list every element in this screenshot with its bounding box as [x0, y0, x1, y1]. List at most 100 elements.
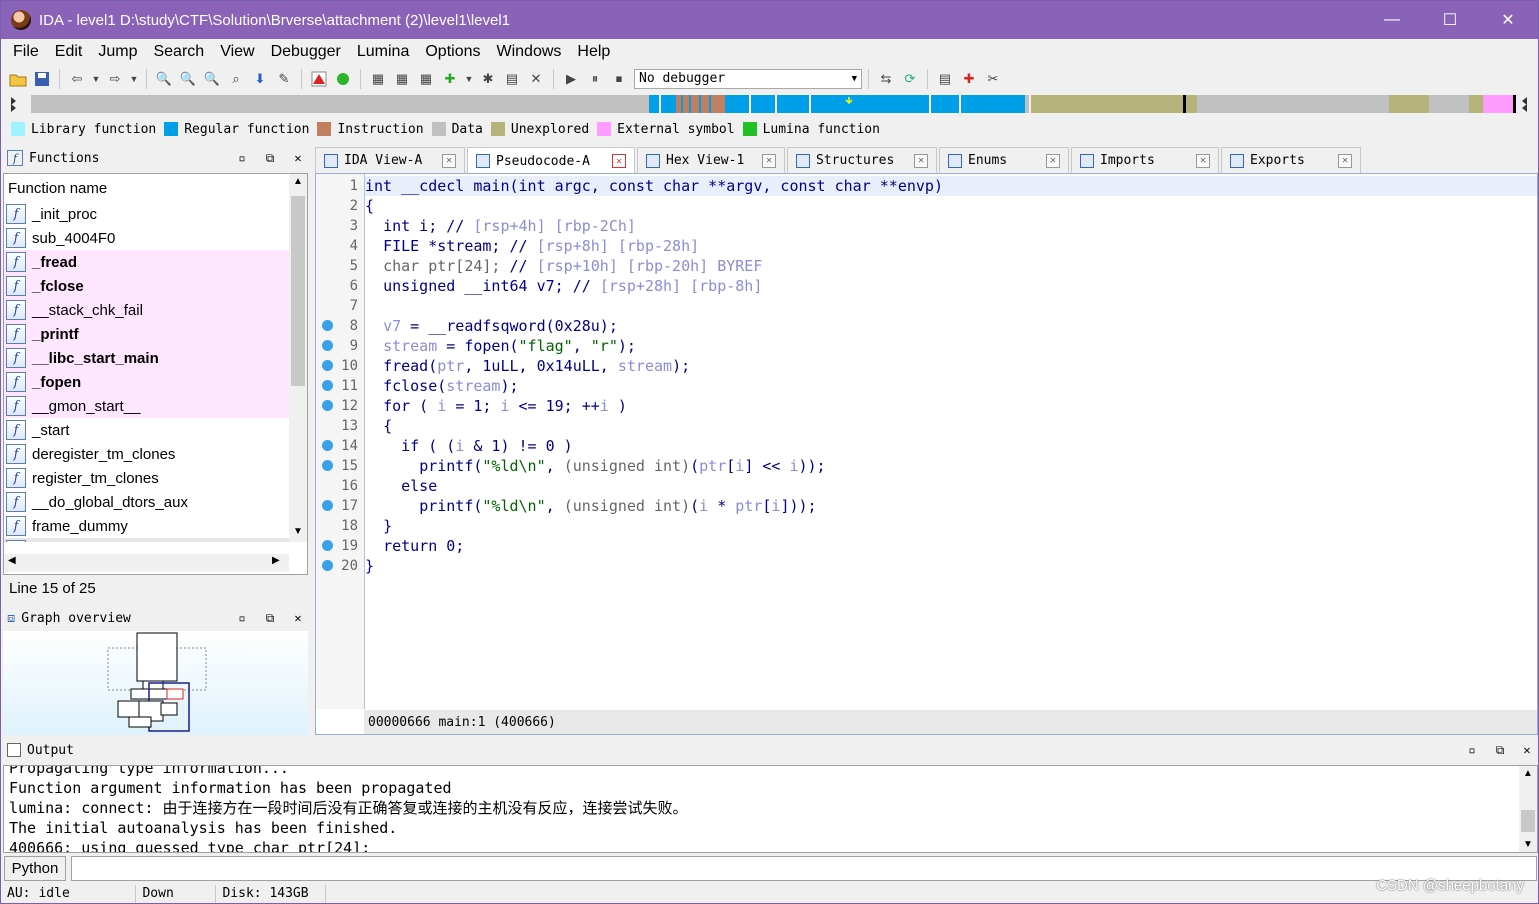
- function-row[interactable]: f frame_dummy: [4, 514, 289, 538]
- tab-enums[interactable]: Enums ✕: [939, 147, 1069, 173]
- panel-float-icon[interactable]: ⧉: [1491, 741, 1509, 759]
- open-icon[interactable]: [7, 68, 29, 90]
- maximize-button[interactable]: ☐: [1421, 1, 1479, 39]
- code-line[interactable]: int __cdecl main(int argc, const char **…: [365, 176, 1537, 196]
- function-row[interactable]: f __stack_chk_fail: [4, 298, 289, 322]
- step-into-icon[interactable]: ⟳: [899, 68, 921, 90]
- menu-search[interactable]: Search: [145, 43, 212, 61]
- tab-close-icon[interactable]: ✕: [914, 153, 928, 168]
- function-row[interactable]: f _init_proc: [4, 202, 289, 226]
- code-line[interactable]: {: [365, 416, 392, 436]
- code-line[interactable]: stream = fopen("flag", "r");: [365, 336, 636, 356]
- panel-close-icon[interactable]: ✕: [289, 609, 307, 627]
- code-line[interactable]: else: [365, 476, 437, 496]
- menu-help[interactable]: Help: [569, 43, 618, 61]
- functions-horizontal-scrollbar[interactable]: ◀ ▶: [4, 554, 289, 572]
- code-line[interactable]: if ( (i & 1) != 0 ): [365, 436, 573, 456]
- panel-restore-icon[interactable]: ▫: [233, 149, 251, 167]
- forward-dropdown-icon[interactable]: ▼: [128, 68, 140, 90]
- add-dropdown-icon[interactable]: ▼: [463, 68, 475, 90]
- string-icon[interactable]: ▦: [415, 68, 437, 90]
- tab-close-icon[interactable]: ✕: [1046, 153, 1060, 168]
- code-line[interactable]: fclose(stream);: [365, 376, 518, 396]
- warning-icon[interactable]: [308, 68, 330, 90]
- breakpoint-dot-icon[interactable]: [322, 400, 333, 411]
- tab-close-icon[interactable]: ✕: [612, 154, 626, 168]
- data-icon[interactable]: ▦: [391, 68, 413, 90]
- code-line[interactable]: v7 = __readfsqword(0x28u);: [365, 316, 618, 336]
- breakpoint-dot-icon[interactable]: [322, 380, 333, 391]
- function-row[interactable]: f __do_global_dtors_aux: [4, 490, 289, 514]
- graph-overview[interactable]: [3, 631, 308, 735]
- function-row[interactable]: f __gmon_start__: [4, 394, 289, 418]
- add-icon[interactable]: ✚: [439, 68, 461, 90]
- tab-imports[interactable]: Imports ✕: [1071, 147, 1219, 173]
- code-line[interactable]: unsigned __int64 v7; // [rsp+28h] [rbp-8…: [365, 276, 762, 296]
- functions-vertical-scrollbar[interactable]: ▲ ▼: [289, 174, 307, 542]
- breakpoint-dot-icon[interactable]: [322, 340, 333, 351]
- output-window[interactable]: Propagating type information... Function …: [3, 765, 1538, 853]
- code-line[interactable]: return 0;: [365, 536, 464, 556]
- debug-pause-icon[interactable]: ⏸: [584, 68, 606, 90]
- panel-close-icon[interactable]: ✕: [1518, 741, 1536, 759]
- search-next-icon[interactable]: ⌕: [225, 68, 247, 90]
- delete-breakpoint-icon[interactable]: ✂: [982, 68, 1004, 90]
- code-line[interactable]: for ( i = 1; i <= 19; ++i ): [365, 396, 627, 416]
- tab-exports[interactable]: Exports ✕: [1221, 147, 1361, 173]
- menu-debugger[interactable]: Debugger: [263, 43, 349, 61]
- menu-windows[interactable]: Windows: [488, 43, 569, 61]
- search-immediate-icon[interactable]: 🔍: [201, 68, 223, 90]
- function-row[interactable]: f sub_4004F0: [4, 226, 289, 250]
- menu-jump[interactable]: Jump: [90, 43, 145, 61]
- function-row[interactable]: f _start: [4, 418, 289, 442]
- minimize-button[interactable]: —: [1363, 1, 1421, 39]
- menu-options[interactable]: Options: [417, 43, 488, 61]
- panel-float-icon[interactable]: ⧉: [261, 609, 279, 627]
- code-line[interactable]: char ptr[24]; // [rsp+10h] [rbp-20h] BYR…: [365, 256, 762, 276]
- menu-lumina[interactable]: Lumina: [349, 43, 417, 61]
- function-name-column-header[interactable]: Function name: [4, 174, 289, 202]
- menu-edit[interactable]: Edit: [47, 43, 91, 61]
- array-icon[interactable]: ▤: [501, 68, 523, 90]
- breakpoint-dot-icon[interactable]: [322, 500, 333, 511]
- panel-restore-icon[interactable]: ▫: [233, 609, 251, 627]
- save-icon[interactable]: [31, 68, 53, 90]
- tab-structures[interactable]: Structures ✕: [787, 147, 937, 173]
- breakpoint-dot-icon[interactable]: [322, 360, 333, 371]
- function-row[interactable]: f register_tm_clones: [4, 466, 289, 490]
- patch-icon[interactable]: ✎: [273, 68, 295, 90]
- navigation-band[interactable]: [9, 93, 1534, 115]
- python-command-input[interactable]: [71, 856, 1537, 881]
- debug-start-icon[interactable]: ▶: [560, 68, 582, 90]
- function-row[interactable]: f main: [4, 538, 289, 542]
- python-button[interactable]: Python: [4, 856, 66, 881]
- pseudocode-text[interactable]: int __cdecl main(int argc, const char **…: [364, 174, 1537, 709]
- tab-hex-view-1[interactable]: Hex View-1 ✕: [637, 147, 785, 173]
- function-row[interactable]: f deregister_tm_clones: [4, 442, 289, 466]
- trace-icon[interactable]: ▤: [934, 68, 956, 90]
- debug-stop-icon[interactable]: ⏹: [608, 68, 630, 90]
- code-line[interactable]: {: [365, 196, 374, 216]
- breakpoint-dot-icon[interactable]: [322, 440, 333, 451]
- output-scrollbar[interactable]: ▲ ▼: [1519, 766, 1537, 852]
- back-dropdown-icon[interactable]: ▼: [90, 68, 102, 90]
- tab-ida-view-a[interactable]: IDA View-A ✕: [315, 147, 465, 173]
- search-text-icon[interactable]: 🔍: [153, 68, 175, 90]
- code-line[interactable]: printf("%ld\n", (unsigned int)(ptr[i] <<…: [365, 456, 825, 476]
- function-row[interactable]: f _printf: [4, 322, 289, 346]
- panel-float-icon[interactable]: ⧉: [261, 149, 279, 167]
- breakpoint-icon[interactable]: ⇆: [875, 68, 897, 90]
- panel-restore-icon[interactable]: ▫: [1463, 741, 1481, 759]
- function-row[interactable]: f __libc_start_main: [4, 346, 289, 370]
- tab-close-icon[interactable]: ✕: [1338, 153, 1352, 168]
- code-line[interactable]: FILE *stream; // [rsp+8h] [rbp-28h]: [365, 236, 699, 256]
- breakpoint-dot-icon[interactable]: [322, 540, 333, 551]
- function-row[interactable]: f _fread: [4, 250, 289, 274]
- close-button[interactable]: ✕: [1479, 1, 1537, 39]
- breakpoint-dot-icon[interactable]: [322, 320, 333, 331]
- breakpoint-dot-icon[interactable]: [322, 460, 333, 471]
- search-binary-icon[interactable]: 🔍: [177, 68, 199, 90]
- tab-close-icon[interactable]: ✕: [442, 153, 456, 168]
- jump-down-icon[interactable]: ⬇: [249, 68, 271, 90]
- code-line[interactable]: }: [365, 556, 374, 576]
